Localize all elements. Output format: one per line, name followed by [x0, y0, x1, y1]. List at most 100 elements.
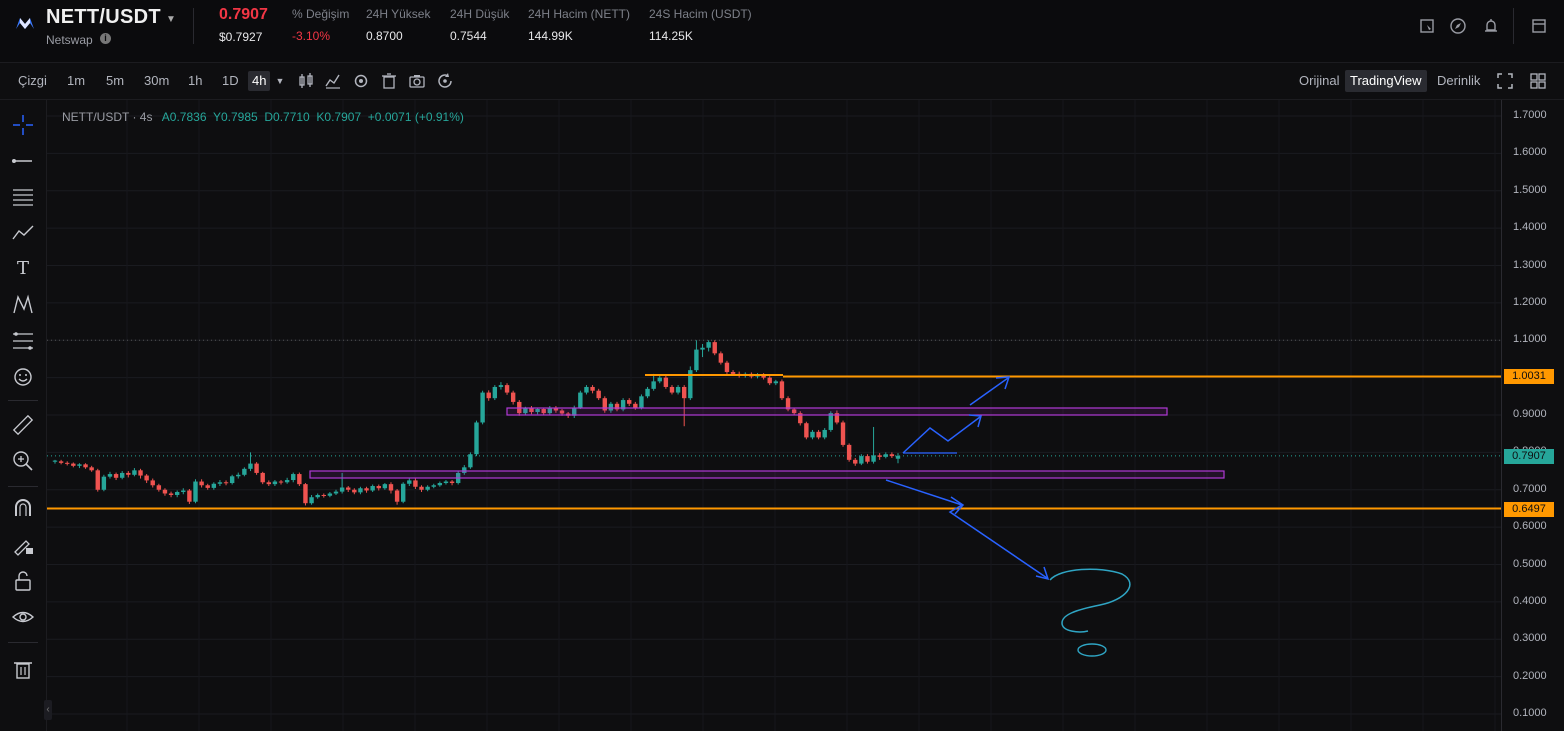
candle-body — [107, 474, 113, 477]
horizontal-lines-icon[interactable] — [10, 184, 36, 210]
view-original-tab[interactable]: Orijinal — [1294, 70, 1344, 92]
price-tick-label: 1.3000 — [1513, 258, 1547, 271]
unlock-icon[interactable] — [10, 568, 36, 594]
candle-body — [254, 463, 259, 473]
price-tick-label: 1.1000 — [1513, 333, 1547, 346]
delete-icon[interactable] — [379, 71, 399, 91]
interval-1d-button[interactable]: 1D — [218, 71, 243, 91]
stat-24h-volume-nett: 24H Hacim (NETT) 144.99K — [528, 7, 630, 43]
stat-value: 0.7544 — [450, 29, 487, 43]
candle-body — [394, 490, 400, 502]
candle-body — [119, 472, 125, 478]
candle-body — [724, 362, 730, 373]
candle-body — [437, 483, 443, 486]
candles-icon[interactable] — [296, 71, 316, 91]
view-tradingview-tab[interactable]: TradingView — [1345, 70, 1427, 92]
candle-body — [871, 455, 876, 462]
candle-body — [767, 377, 772, 384]
chart-levels — [47, 339, 1501, 510]
lock-drawing-icon[interactable] — [10, 532, 36, 558]
settings-gear-icon[interactable] — [351, 71, 371, 91]
replay-icon[interactable] — [435, 71, 455, 91]
bookmark-icon[interactable] — [1418, 17, 1436, 35]
candle-body — [303, 484, 308, 504]
candle-body — [718, 353, 724, 363]
candle-body — [77, 464, 82, 466]
candle-body — [773, 381, 779, 384]
candle-body — [474, 422, 479, 455]
candle-body — [266, 482, 272, 485]
candle-body — [217, 482, 223, 484]
alert-bell-icon[interactable] — [1482, 17, 1500, 35]
emoji-icon[interactable] — [10, 364, 36, 390]
candle-body — [260, 472, 265, 483]
header-divider — [193, 8, 194, 44]
interval-1h-button[interactable]: 1h — [184, 71, 206, 91]
candle-body — [700, 347, 705, 350]
candle-body — [138, 470, 143, 476]
camera-icon[interactable] — [407, 71, 427, 91]
fibonacci-icon[interactable] — [10, 328, 36, 354]
interval-5m-button[interactable]: 5m — [102, 71, 128, 91]
price-tick-label: 0.6000 — [1513, 520, 1547, 533]
grid-layout-icon[interactable] — [1528, 71, 1548, 91]
last-price: 0.7907 — [219, 6, 268, 23]
price-tick-label: 0.5000 — [1513, 557, 1547, 570]
candle-body — [822, 429, 827, 438]
candle-body — [309, 497, 314, 504]
candle-body — [498, 385, 504, 387]
candle-body — [468, 454, 473, 468]
pair-title[interactable]: NETT/USDT — [46, 6, 161, 29]
candle-body — [816, 431, 821, 438]
polyline-icon[interactable] — [10, 220, 36, 246]
price-chart[interactable] — [47, 100, 1501, 731]
trash-icon[interactable] — [10, 656, 36, 682]
interval-4h-button[interactable]: 4h — [248, 71, 271, 91]
bullish-target-arrow — [969, 377, 1009, 406]
interval-1m-button[interactable]: 1m — [63, 71, 89, 91]
resistance-zone — [506, 407, 1168, 416]
stat-24h-high: 24H Yüksek 0.8700 — [366, 7, 430, 43]
candle-body — [358, 488, 363, 493]
price-axis[interactable]: 1.7000 1.6000 1.5000 1.4000 1.3000 1.2000 1.10… — [1501, 100, 1564, 731]
zoom-in-icon[interactable] — [10, 448, 36, 474]
magnet-icon[interactable] — [10, 496, 36, 522]
candle-body — [486, 392, 491, 399]
candle-body — [645, 388, 650, 397]
candle-body — [126, 472, 131, 475]
candle-body — [101, 476, 107, 490]
candle-body — [779, 381, 785, 399]
candle-body — [895, 455, 901, 459]
price-tick-label: 1.7000 — [1513, 109, 1547, 121]
trend-line-icon[interactable] — [10, 148, 36, 174]
candle-body — [156, 485, 162, 490]
candle-body — [284, 480, 290, 483]
toolbar-divider — [8, 642, 38, 643]
candle-body — [504, 385, 510, 393]
view-depth-tab[interactable]: Derinlik — [1432, 70, 1485, 92]
legend-open: A0.7836 — [161, 110, 207, 124]
compass-icon[interactable] — [1449, 17, 1467, 35]
crosshair-icon[interactable] — [10, 112, 36, 138]
interval-dropdown-icon[interactable]: ▼ — [270, 71, 290, 91]
toolbar-divider — [8, 486, 38, 487]
candle-body — [321, 494, 326, 496]
candle-body — [590, 386, 595, 391]
chart-type-line-button[interactable]: Çizgi — [14, 71, 51, 91]
fullscreen-icon[interactable] — [1495, 71, 1515, 91]
candle-body — [168, 493, 174, 495]
pair-dropdown-icon[interactable]: ▼ — [166, 14, 176, 25]
pattern-tool-icon[interactable] — [10, 292, 36, 318]
candle-body — [364, 488, 369, 491]
panel-toggle-icon[interactable] — [1530, 17, 1548, 35]
info-icon[interactable]: i — [100, 33, 111, 44]
candle-body — [229, 476, 235, 484]
ruler-icon[interactable] — [10, 412, 36, 438]
support-zone — [309, 470, 1225, 479]
text-tool-icon[interactable]: T — [10, 256, 36, 282]
eye-icon[interactable] — [10, 604, 36, 630]
candle-body — [205, 485, 210, 488]
indicators-icon[interactable] — [323, 71, 343, 91]
interval-30m-button[interactable]: 30m — [140, 71, 173, 91]
candle-body — [651, 381, 656, 389]
